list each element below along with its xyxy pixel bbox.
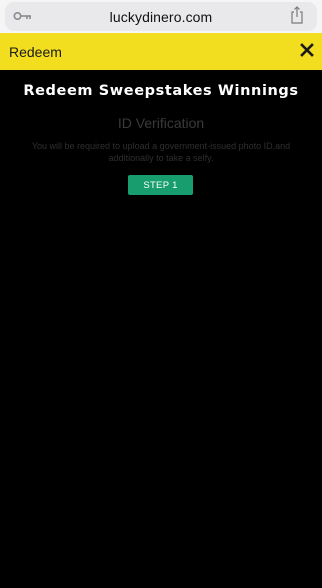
- share-icon[interactable]: [290, 6, 304, 24]
- modal-header: Redeem: [0, 33, 322, 70]
- modal-title: Redeem: [9, 43, 62, 60]
- browser-address-bar: luckydinero.com: [0, 0, 322, 33]
- close-icon[interactable]: [300, 43, 314, 57]
- section-subtitle: ID Verification: [117, 115, 205, 131]
- redeem-content: Redeem Sweepstakes Winnings ID Verificat…: [0, 70, 322, 588]
- step-1-button[interactable]: STEP 1: [128, 175, 193, 195]
- page-title: Redeem Sweepstakes Winnings: [23, 83, 299, 99]
- instructions-text: You will be required to upload a governm…: [31, 141, 291, 163]
- url-text[interactable]: luckydinero.com: [110, 9, 213, 25]
- key-icon[interactable]: [13, 10, 33, 22]
